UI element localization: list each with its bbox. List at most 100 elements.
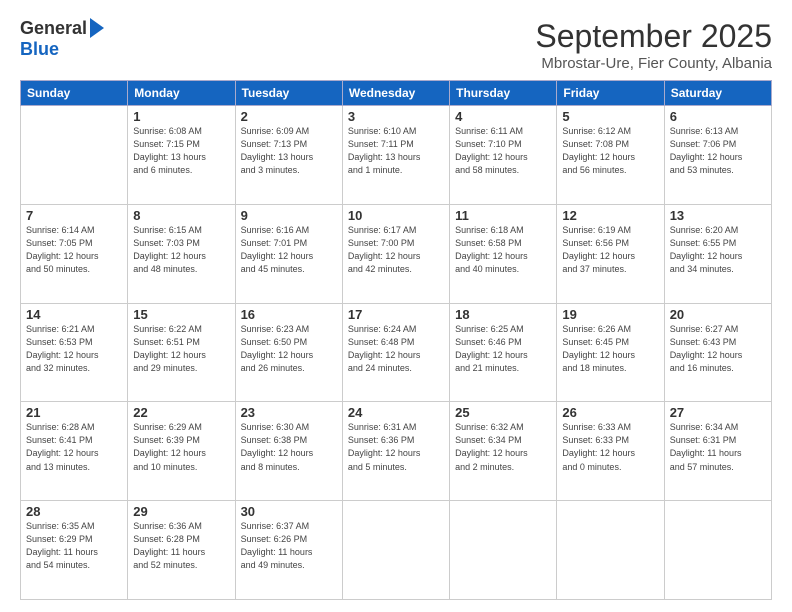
calendar-week-row: 14Sunrise: 6:21 AM Sunset: 6:53 PM Dayli… bbox=[21, 303, 772, 402]
day-info: Sunrise: 6:37 AM Sunset: 6:26 PM Dayligh… bbox=[241, 520, 337, 572]
day-number: 16 bbox=[241, 307, 337, 322]
calendar-cell: 22Sunrise: 6:29 AM Sunset: 6:39 PM Dayli… bbox=[128, 402, 235, 501]
calendar-cell bbox=[557, 501, 664, 600]
calendar-cell: 11Sunrise: 6:18 AM Sunset: 6:58 PM Dayli… bbox=[450, 204, 557, 303]
day-info: Sunrise: 6:31 AM Sunset: 6:36 PM Dayligh… bbox=[348, 421, 444, 473]
calendar-cell: 18Sunrise: 6:25 AM Sunset: 6:46 PM Dayli… bbox=[450, 303, 557, 402]
logo-blue: Blue bbox=[20, 39, 59, 60]
calendar-table: Sunday Monday Tuesday Wednesday Thursday… bbox=[20, 80, 772, 600]
day-info: Sunrise: 6:14 AM Sunset: 7:05 PM Dayligh… bbox=[26, 224, 122, 276]
day-number: 26 bbox=[562, 405, 658, 420]
calendar-cell: 25Sunrise: 6:32 AM Sunset: 6:34 PM Dayli… bbox=[450, 402, 557, 501]
col-thursday: Thursday bbox=[450, 81, 557, 106]
day-info: Sunrise: 6:20 AM Sunset: 6:55 PM Dayligh… bbox=[670, 224, 766, 276]
day-info: Sunrise: 6:27 AM Sunset: 6:43 PM Dayligh… bbox=[670, 323, 766, 375]
col-tuesday: Tuesday bbox=[235, 81, 342, 106]
day-info: Sunrise: 6:18 AM Sunset: 6:58 PM Dayligh… bbox=[455, 224, 551, 276]
calendar-cell: 13Sunrise: 6:20 AM Sunset: 6:55 PM Dayli… bbox=[664, 204, 771, 303]
calendar-cell bbox=[664, 501, 771, 600]
day-number: 29 bbox=[133, 504, 229, 519]
day-number: 3 bbox=[348, 109, 444, 124]
day-info: Sunrise: 6:12 AM Sunset: 7:08 PM Dayligh… bbox=[562, 125, 658, 177]
day-number: 12 bbox=[562, 208, 658, 223]
day-info: Sunrise: 6:25 AM Sunset: 6:46 PM Dayligh… bbox=[455, 323, 551, 375]
day-number: 15 bbox=[133, 307, 229, 322]
day-info: Sunrise: 6:11 AM Sunset: 7:10 PM Dayligh… bbox=[455, 125, 551, 177]
calendar-cell: 14Sunrise: 6:21 AM Sunset: 6:53 PM Dayli… bbox=[21, 303, 128, 402]
day-number: 7 bbox=[26, 208, 122, 223]
logo-general: General bbox=[20, 18, 87, 39]
calendar-header-row: Sunday Monday Tuesday Wednesday Thursday… bbox=[21, 81, 772, 106]
day-number: 24 bbox=[348, 405, 444, 420]
day-number: 10 bbox=[348, 208, 444, 223]
day-info: Sunrise: 6:09 AM Sunset: 7:13 PM Dayligh… bbox=[241, 125, 337, 177]
day-info: Sunrise: 6:32 AM Sunset: 6:34 PM Dayligh… bbox=[455, 421, 551, 473]
day-number: 14 bbox=[26, 307, 122, 322]
calendar-cell: 9Sunrise: 6:16 AM Sunset: 7:01 PM Daylig… bbox=[235, 204, 342, 303]
calendar-cell: 26Sunrise: 6:33 AM Sunset: 6:33 PM Dayli… bbox=[557, 402, 664, 501]
day-number: 13 bbox=[670, 208, 766, 223]
day-info: Sunrise: 6:21 AM Sunset: 6:53 PM Dayligh… bbox=[26, 323, 122, 375]
day-info: Sunrise: 6:33 AM Sunset: 6:33 PM Dayligh… bbox=[562, 421, 658, 473]
calendar-cell: 20Sunrise: 6:27 AM Sunset: 6:43 PM Dayli… bbox=[664, 303, 771, 402]
day-number: 28 bbox=[26, 504, 122, 519]
day-number: 9 bbox=[241, 208, 337, 223]
calendar-week-row: 21Sunrise: 6:28 AM Sunset: 6:41 PM Dayli… bbox=[21, 402, 772, 501]
calendar-cell: 3Sunrise: 6:10 AM Sunset: 7:11 PM Daylig… bbox=[342, 106, 449, 205]
calendar-cell: 2Sunrise: 6:09 AM Sunset: 7:13 PM Daylig… bbox=[235, 106, 342, 205]
calendar-week-row: 7Sunrise: 6:14 AM Sunset: 7:05 PM Daylig… bbox=[21, 204, 772, 303]
calendar-cell bbox=[21, 106, 128, 205]
day-number: 17 bbox=[348, 307, 444, 322]
calendar-cell: 12Sunrise: 6:19 AM Sunset: 6:56 PM Dayli… bbox=[557, 204, 664, 303]
calendar-cell: 29Sunrise: 6:36 AM Sunset: 6:28 PM Dayli… bbox=[128, 501, 235, 600]
day-number: 11 bbox=[455, 208, 551, 223]
col-wednesday: Wednesday bbox=[342, 81, 449, 106]
calendar-week-row: 28Sunrise: 6:35 AM Sunset: 6:29 PM Dayli… bbox=[21, 501, 772, 600]
calendar-week-row: 1Sunrise: 6:08 AM Sunset: 7:15 PM Daylig… bbox=[21, 106, 772, 205]
day-number: 4 bbox=[455, 109, 551, 124]
day-number: 30 bbox=[241, 504, 337, 519]
day-number: 23 bbox=[241, 405, 337, 420]
day-info: Sunrise: 6:34 AM Sunset: 6:31 PM Dayligh… bbox=[670, 421, 766, 473]
day-info: Sunrise: 6:26 AM Sunset: 6:45 PM Dayligh… bbox=[562, 323, 658, 375]
calendar-cell bbox=[342, 501, 449, 600]
day-info: Sunrise: 6:19 AM Sunset: 6:56 PM Dayligh… bbox=[562, 224, 658, 276]
month-title: September 2025 bbox=[535, 18, 772, 55]
calendar-cell: 27Sunrise: 6:34 AM Sunset: 6:31 PM Dayli… bbox=[664, 402, 771, 501]
calendar-cell: 19Sunrise: 6:26 AM Sunset: 6:45 PM Dayli… bbox=[557, 303, 664, 402]
day-number: 21 bbox=[26, 405, 122, 420]
day-number: 19 bbox=[562, 307, 658, 322]
day-info: Sunrise: 6:15 AM Sunset: 7:03 PM Dayligh… bbox=[133, 224, 229, 276]
day-info: Sunrise: 6:22 AM Sunset: 6:51 PM Dayligh… bbox=[133, 323, 229, 375]
calendar-cell: 8Sunrise: 6:15 AM Sunset: 7:03 PM Daylig… bbox=[128, 204, 235, 303]
header: General Blue September 2025 Mbrostar-Ure… bbox=[20, 18, 772, 72]
calendar-cell: 15Sunrise: 6:22 AM Sunset: 6:51 PM Dayli… bbox=[128, 303, 235, 402]
day-number: 25 bbox=[455, 405, 551, 420]
title-section: September 2025 Mbrostar-Ure, Fier County… bbox=[535, 18, 772, 72]
day-number: 5 bbox=[562, 109, 658, 124]
calendar-cell: 7Sunrise: 6:14 AM Sunset: 7:05 PM Daylig… bbox=[21, 204, 128, 303]
day-number: 27 bbox=[670, 405, 766, 420]
day-number: 18 bbox=[455, 307, 551, 322]
calendar-cell: 28Sunrise: 6:35 AM Sunset: 6:29 PM Dayli… bbox=[21, 501, 128, 600]
logo-arrow-icon bbox=[90, 18, 104, 38]
day-number: 8 bbox=[133, 208, 229, 223]
day-info: Sunrise: 6:10 AM Sunset: 7:11 PM Dayligh… bbox=[348, 125, 444, 177]
calendar-cell: 30Sunrise: 6:37 AM Sunset: 6:26 PM Dayli… bbox=[235, 501, 342, 600]
day-number: 20 bbox=[670, 307, 766, 322]
day-info: Sunrise: 6:30 AM Sunset: 6:38 PM Dayligh… bbox=[241, 421, 337, 473]
day-info: Sunrise: 6:08 AM Sunset: 7:15 PM Dayligh… bbox=[133, 125, 229, 177]
day-info: Sunrise: 6:16 AM Sunset: 7:01 PM Dayligh… bbox=[241, 224, 337, 276]
calendar-cell: 4Sunrise: 6:11 AM Sunset: 7:10 PM Daylig… bbox=[450, 106, 557, 205]
day-number: 2 bbox=[241, 109, 337, 124]
day-info: Sunrise: 6:17 AM Sunset: 7:00 PM Dayligh… bbox=[348, 224, 444, 276]
day-info: Sunrise: 6:36 AM Sunset: 6:28 PM Dayligh… bbox=[133, 520, 229, 572]
calendar-cell: 10Sunrise: 6:17 AM Sunset: 7:00 PM Dayli… bbox=[342, 204, 449, 303]
logo: General Blue bbox=[20, 18, 104, 60]
calendar-cell: 5Sunrise: 6:12 AM Sunset: 7:08 PM Daylig… bbox=[557, 106, 664, 205]
calendar-cell: 17Sunrise: 6:24 AM Sunset: 6:48 PM Dayli… bbox=[342, 303, 449, 402]
calendar-cell: 23Sunrise: 6:30 AM Sunset: 6:38 PM Dayli… bbox=[235, 402, 342, 501]
day-number: 22 bbox=[133, 405, 229, 420]
day-number: 6 bbox=[670, 109, 766, 124]
day-number: 1 bbox=[133, 109, 229, 124]
